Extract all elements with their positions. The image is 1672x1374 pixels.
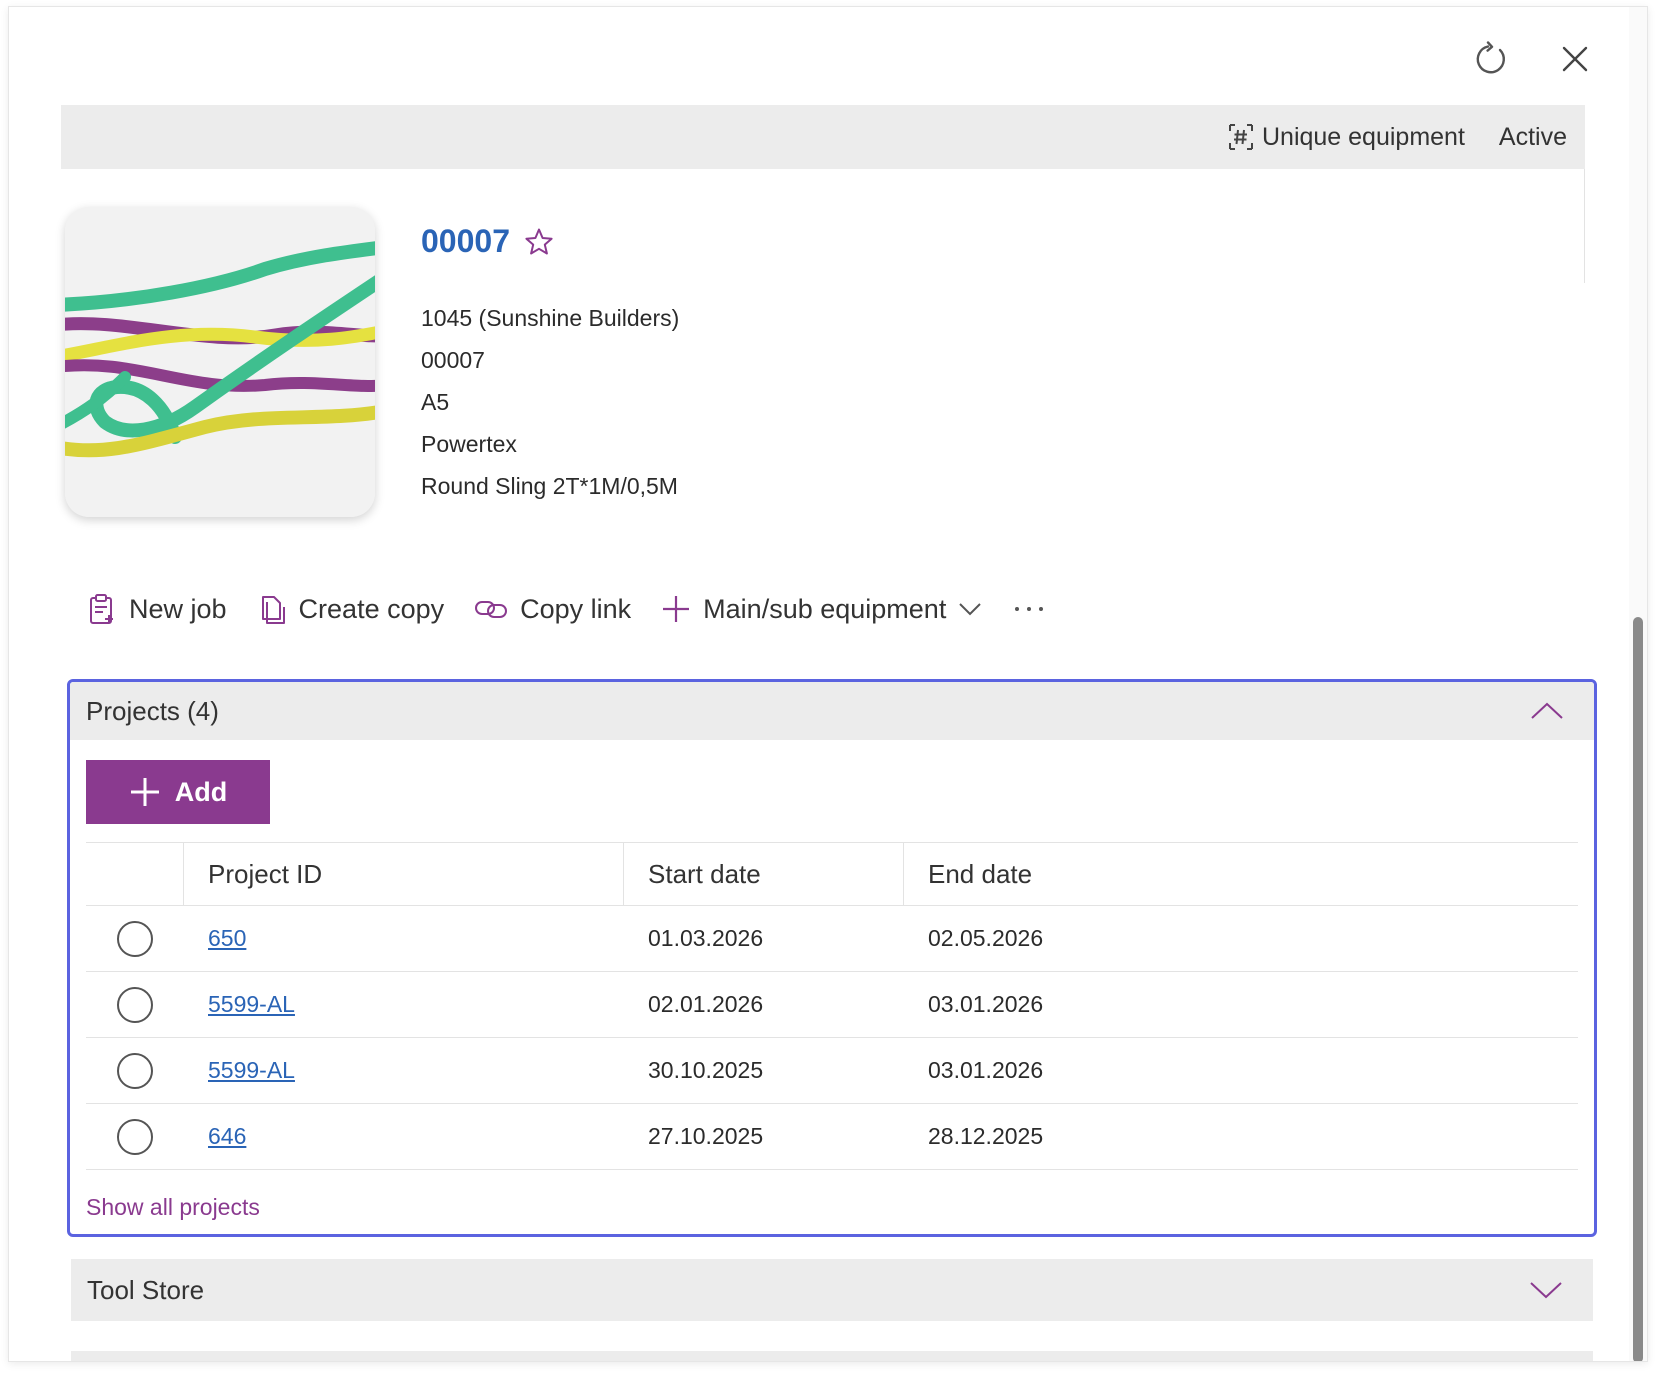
- record-type: Unique equipment: [1226, 122, 1465, 152]
- main-sub-label: Main/sub equipment: [703, 593, 947, 624]
- chevron-down-icon: [959, 603, 982, 616]
- star-icon[interactable]: [524, 227, 554, 257]
- row-select-radio[interactable]: [117, 920, 153, 957]
- column-header-start-date[interactable]: Start date: [624, 843, 904, 905]
- row-select-cell: [86, 906, 184, 971]
- new-job-button[interactable]: New job: [87, 593, 227, 625]
- chevron-down-icon: [1530, 1282, 1562, 1299]
- detail-customer: 1045 (Sunshine Builders): [421, 305, 680, 331]
- end-date-cell: 03.01.2026: [928, 1057, 1044, 1083]
- project-id-link[interactable]: 5599-AL: [208, 991, 295, 1018]
- row-select-radio[interactable]: [117, 986, 153, 1023]
- command-bar: New job Create copy Copy link Main/sub e…: [87, 593, 1046, 625]
- plus-icon: [663, 596, 690, 622]
- select-column-header: [86, 843, 184, 905]
- projects-section-title: Projects (4): [86, 695, 219, 726]
- refresh-button[interactable]: [1469, 37, 1513, 81]
- hash-frame-icon: [1228, 124, 1253, 150]
- record-type-label: Unique equipment: [1261, 122, 1465, 151]
- end-date-cell: 28.12.2025: [928, 1123, 1044, 1149]
- scrollbar[interactable]: [1629, 7, 1647, 1361]
- project-id-cell: 650: [184, 906, 624, 971]
- start-date-cell: 02.01.2026: [648, 991, 764, 1017]
- project-id-link[interactable]: 646: [208, 1123, 246, 1150]
- close-button[interactable]: [1553, 37, 1597, 81]
- add-project-label: Add: [174, 776, 228, 807]
- main-sub-equipment-menu[interactable]: Main/sub equipment: [661, 594, 982, 625]
- row-select-cell: [86, 1104, 184, 1169]
- row-select-cell: [86, 972, 184, 1037]
- projects-section: Projects (4) Add Project ID Start date E…: [67, 679, 1597, 1237]
- column-header-project-id[interactable]: Project ID: [184, 843, 624, 905]
- project-id-link[interactable]: 650: [208, 925, 246, 952]
- project-id-cell: 646: [184, 1104, 624, 1169]
- copy-icon: [261, 596, 285, 624]
- tool-store-section-header[interactable]: Tool Store: [71, 1259, 1593, 1321]
- close-icon: [1562, 46, 1588, 72]
- detail-model: Round Sling 2T*1M/0,5M: [421, 473, 678, 499]
- start-date-cell: 27.10.2025: [648, 1123, 764, 1149]
- equipment-panel: Unique equipment Active 00007 1045 (Suns…: [8, 6, 1648, 1362]
- refresh-icon: [1476, 41, 1505, 74]
- record-header-band: Unique equipment Active: [61, 105, 1585, 169]
- grid-header-row: Project ID Start date End date: [86, 842, 1578, 906]
- add-project-button[interactable]: Add: [86, 760, 270, 824]
- equipment-title: 00007: [421, 223, 510, 259]
- end-date-cell: 03.01.2026: [928, 991, 1044, 1017]
- project-id-link[interactable]: 5599-AL: [208, 1057, 295, 1084]
- table-row[interactable]: 650 01.03.2026 02.05.2026: [86, 906, 1578, 972]
- column-header-end-date[interactable]: End date: [904, 843, 1578, 905]
- next-section-header[interactable]: [71, 1351, 1593, 1361]
- link-icon: [475, 601, 508, 618]
- projects-section-header[interactable]: Projects (4): [70, 682, 1594, 740]
- panel-actions: [1469, 37, 1597, 81]
- row-select-cell: [86, 1038, 184, 1103]
- project-id-cell: 5599-AL: [184, 1038, 624, 1103]
- detail-equipment-id: 00007: [421, 347, 485, 373]
- show-all-projects-link[interactable]: Show all projects: [86, 1194, 260, 1221]
- tool-store-title: Tool Store: [87, 1274, 205, 1305]
- copy-link-label: Copy link: [520, 593, 632, 624]
- scrollbar-thumb[interactable]: [1633, 617, 1643, 1361]
- clipboard-add-icon: [90, 594, 113, 624]
- plus-icon: [130, 778, 159, 806]
- start-date-cell: 01.03.2026: [648, 925, 764, 951]
- create-copy-button[interactable]: Create copy: [257, 593, 445, 625]
- chevron-up-icon: [1531, 702, 1563, 719]
- equipment-photo: [65, 207, 375, 517]
- project-id-cell: 5599-AL: [184, 972, 624, 1037]
- equipment-details: 1045 (Sunshine Builders) 00007 A5 Powert…: [421, 297, 679, 507]
- row-select-radio[interactable]: [117, 1052, 153, 1089]
- more-commands-button[interactable]: [1012, 604, 1046, 614]
- copy-link-button[interactable]: Copy link: [474, 594, 631, 625]
- detail-manufacturer: Powertex: [421, 431, 517, 457]
- status-label: Active: [1498, 122, 1567, 151]
- table-row[interactable]: 646 27.10.2025 28.12.2025: [86, 1104, 1578, 1170]
- end-date-cell: 02.05.2026: [928, 925, 1044, 951]
- table-row[interactable]: 5599-AL 02.01.2026 03.01.2026: [86, 972, 1578, 1038]
- detail-location: A5: [421, 389, 450, 415]
- start-date-cell: 30.10.2025: [648, 1057, 764, 1083]
- equipment-title-row: 00007: [421, 223, 554, 260]
- row-select-radio[interactable]: [117, 1118, 153, 1155]
- create-copy-label: Create copy: [298, 593, 445, 624]
- new-job-label: New job: [129, 593, 227, 624]
- more-horizontal-icon: [1015, 607, 1044, 611]
- projects-grid: Project ID Start date End date 650 01.03…: [86, 842, 1578, 1170]
- table-row[interactable]: 5599-AL 30.10.2025 03.01.2026: [86, 1038, 1578, 1104]
